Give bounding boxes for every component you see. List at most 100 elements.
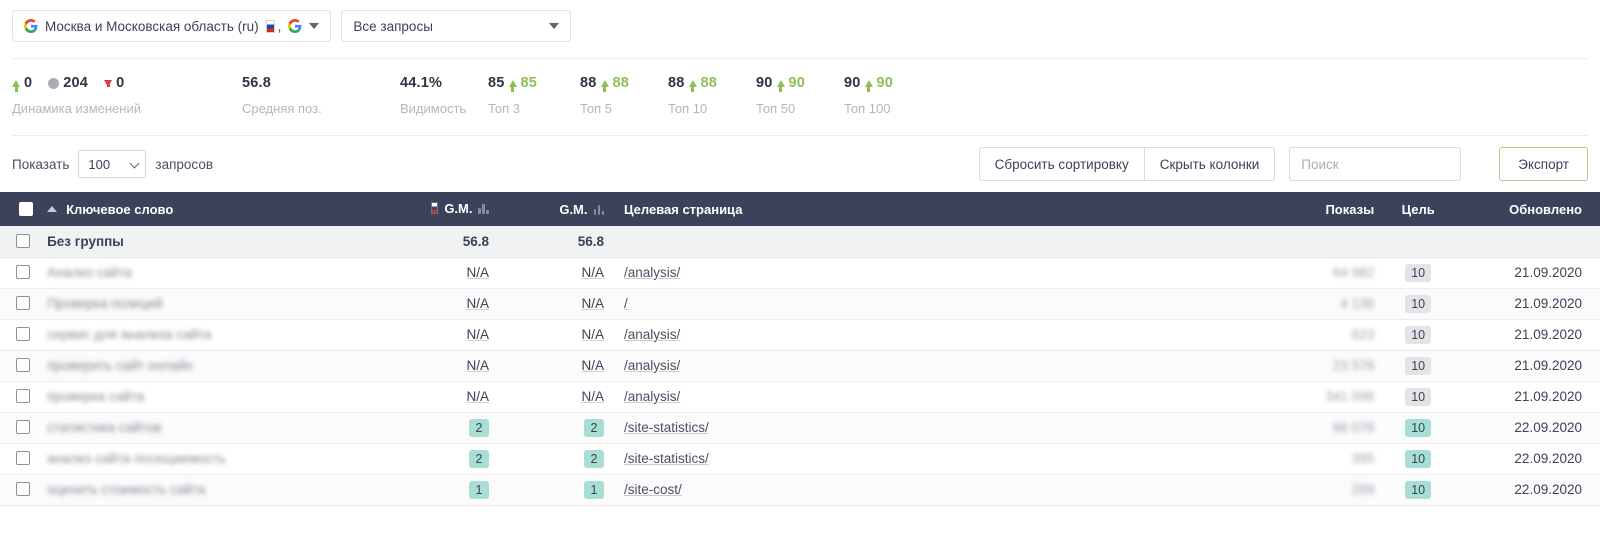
row-checkbox-cell[interactable]: [0, 288, 41, 319]
table-row[interactable]: сервис для анализа сайтаN/AN/A/analysis/…: [0, 319, 1600, 350]
table-group-row[interactable]: Без группы 56.8 56.8: [0, 226, 1600, 257]
table-body: Без группы 56.8 56.8 Анализ сайтаN/AN/A/…: [0, 226, 1600, 505]
table-row[interactable]: проверить сайт онлайнN/AN/A/analysis/23 …: [0, 350, 1600, 381]
row-checkbox-cell[interactable]: [0, 381, 41, 412]
region-selector[interactable]: Москва и Московская область (ru) ,: [12, 10, 331, 42]
row-goal-cell[interactable]: 10: [1380, 474, 1456, 505]
row-gm-region-cell: N/A: [380, 288, 495, 319]
row-checkbox[interactable]: [16, 389, 30, 403]
header-select-all[interactable]: [0, 192, 41, 226]
row-checkbox-cell[interactable]: [0, 319, 41, 350]
export-button[interactable]: Экспорт: [1499, 147, 1588, 181]
row-checkbox[interactable]: [16, 296, 30, 310]
table-row[interactable]: проверка сайтаN/AN/A/analysis/341 098102…: [0, 381, 1600, 412]
row-landing-cell[interactable]: /site-cost/: [610, 474, 1144, 505]
goal-badge[interactable]: 10: [1405, 481, 1431, 499]
goal-badge[interactable]: 10: [1405, 326, 1431, 344]
goal-badge[interactable]: 10: [1405, 357, 1431, 375]
row-goal-cell[interactable]: 10: [1380, 288, 1456, 319]
row-landing-cell[interactable]: /site-statistics/: [610, 412, 1144, 443]
row-updated-cell: 22.09.2020: [1456, 443, 1600, 474]
goal-badge[interactable]: 10: [1405, 419, 1431, 437]
row-goal-cell[interactable]: 10: [1380, 257, 1456, 288]
row-checkbox-cell[interactable]: [0, 226, 41, 257]
row-checkbox-cell[interactable]: [0, 474, 41, 505]
row-keyword-cell[interactable]: проверить сайт онлайн: [41, 350, 380, 381]
row-impressions: 289: [1352, 482, 1375, 497]
row-keyword-cell[interactable]: анализ сайта посещаемость: [41, 443, 380, 474]
row-keyword: оценить стоимость сайта: [47, 482, 205, 497]
row-landing-link[interactable]: /analysis/: [624, 389, 680, 404]
row-landing-cell[interactable]: /analysis/: [610, 350, 1144, 381]
row-keyword-cell[interactable]: проверка сайта: [41, 381, 380, 412]
table-row[interactable]: анализ сайта посещаемость22/site-statist…: [0, 443, 1600, 474]
row-landing-link[interactable]: /: [624, 296, 628, 311]
position-value: N/A: [466, 327, 489, 342]
chevron-down-icon[interactable]: [309, 23, 319, 29]
row-keyword-cell[interactable]: Анализ сайта: [41, 257, 380, 288]
goal-badge[interactable]: 10: [1405, 295, 1431, 313]
header-goal[interactable]: Цель: [1380, 192, 1456, 226]
table-row[interactable]: Анализ сайтаN/AN/A/analysis/64 9821021.0…: [0, 257, 1600, 288]
row-checkbox-cell[interactable]: [0, 412, 41, 443]
header-keyword[interactable]: Ключевое слово: [41, 192, 380, 226]
hide-columns-button[interactable]: Скрыть колонки: [1145, 147, 1276, 181]
row-checkbox-cell[interactable]: [0, 443, 41, 474]
row-checkbox[interactable]: [16, 234, 30, 248]
header-updated[interactable]: Обновлено: [1456, 192, 1600, 226]
header-gm-region[interactable]: G.M.: [380, 192, 495, 226]
row-landing-cell[interactable]: /analysis/: [610, 319, 1144, 350]
row-checkbox-cell[interactable]: [0, 257, 41, 288]
row-landing-cell[interactable]: /: [610, 288, 1144, 319]
row-goal-cell[interactable]: 10: [1380, 443, 1456, 474]
table-row[interactable]: статистика сайтов22/site-statistics/66 0…: [0, 412, 1600, 443]
header-impressions[interactable]: Показы: [1144, 192, 1380, 226]
sort-ascending-icon: [47, 206, 57, 212]
row-landing-cell[interactable]: /analysis/: [610, 381, 1144, 412]
reset-sort-button[interactable]: Сбросить сортировку: [979, 147, 1145, 181]
goal-badge[interactable]: 10: [1405, 264, 1431, 282]
row-landing-link[interactable]: /analysis/: [624, 358, 680, 373]
row-landing-link[interactable]: /site-statistics/: [624, 420, 709, 435]
page-size-select[interactable]: 100: [78, 150, 146, 178]
row-updated: 21.09.2020: [1514, 327, 1582, 342]
select-all-checkbox[interactable]: [19, 202, 33, 216]
row-updated: 22.09.2020: [1514, 451, 1582, 466]
row-checkbox[interactable]: [16, 482, 30, 496]
queries-selector[interactable]: Все запросы: [341, 10, 571, 42]
row-landing-link[interactable]: /analysis/: [624, 327, 680, 342]
goal-badge[interactable]: 10: [1405, 388, 1431, 406]
row-keyword-cell[interactable]: оценить стоимость сайта: [41, 474, 380, 505]
row-landing-link[interactable]: /site-statistics/: [624, 451, 709, 466]
row-landing-cell[interactable]: /site-statistics/: [610, 443, 1144, 474]
row-checkbox[interactable]: [16, 265, 30, 279]
row-keyword-cell[interactable]: Проверка позиций: [41, 288, 380, 319]
header-gm-global[interactable]: G.M.: [495, 192, 610, 226]
chevron-down-icon[interactable]: [549, 23, 559, 29]
table-row[interactable]: Проверка позицийN/AN/A/4 1361021.09.2020: [0, 288, 1600, 319]
row-keyword-cell[interactable]: статистика сайтов: [41, 412, 380, 443]
bar-chart-icon[interactable]: [594, 204, 605, 215]
row-landing-link[interactable]: /analysis/: [624, 265, 680, 280]
bar-chart-icon[interactable]: [478, 203, 489, 214]
table-row[interactable]: оценить стоимость сайта11/site-cost/2891…: [0, 474, 1600, 505]
row-landing-link[interactable]: /site-cost/: [624, 482, 682, 497]
goal-badge[interactable]: 10: [1405, 450, 1431, 468]
row-goal-cell[interactable]: 10: [1380, 319, 1456, 350]
row-goal-cell[interactable]: 10: [1380, 381, 1456, 412]
row-goal-cell[interactable]: 10: [1380, 412, 1456, 443]
row-checkbox[interactable]: [16, 327, 30, 341]
keyword-positions-page: Москва и Московская область (ru) , Все з…: [0, 0, 1600, 540]
search-input[interactable]: [1289, 147, 1461, 181]
row-checkbox[interactable]: [16, 358, 30, 372]
row-keyword-cell[interactable]: сервис для анализа сайта: [41, 319, 380, 350]
row-landing-cell[interactable]: /analysis/: [610, 257, 1144, 288]
group-gm-region: 56.8: [380, 226, 495, 257]
header-landing-page[interactable]: Целевая страница: [610, 192, 1144, 226]
row-checkbox[interactable]: [16, 451, 30, 465]
stat-value: 90: [756, 75, 773, 91]
row-checkbox[interactable]: [16, 420, 30, 434]
row-checkbox-cell[interactable]: [0, 350, 41, 381]
row-goal-cell[interactable]: 10: [1380, 350, 1456, 381]
arrow-up-icon: [601, 80, 609, 87]
